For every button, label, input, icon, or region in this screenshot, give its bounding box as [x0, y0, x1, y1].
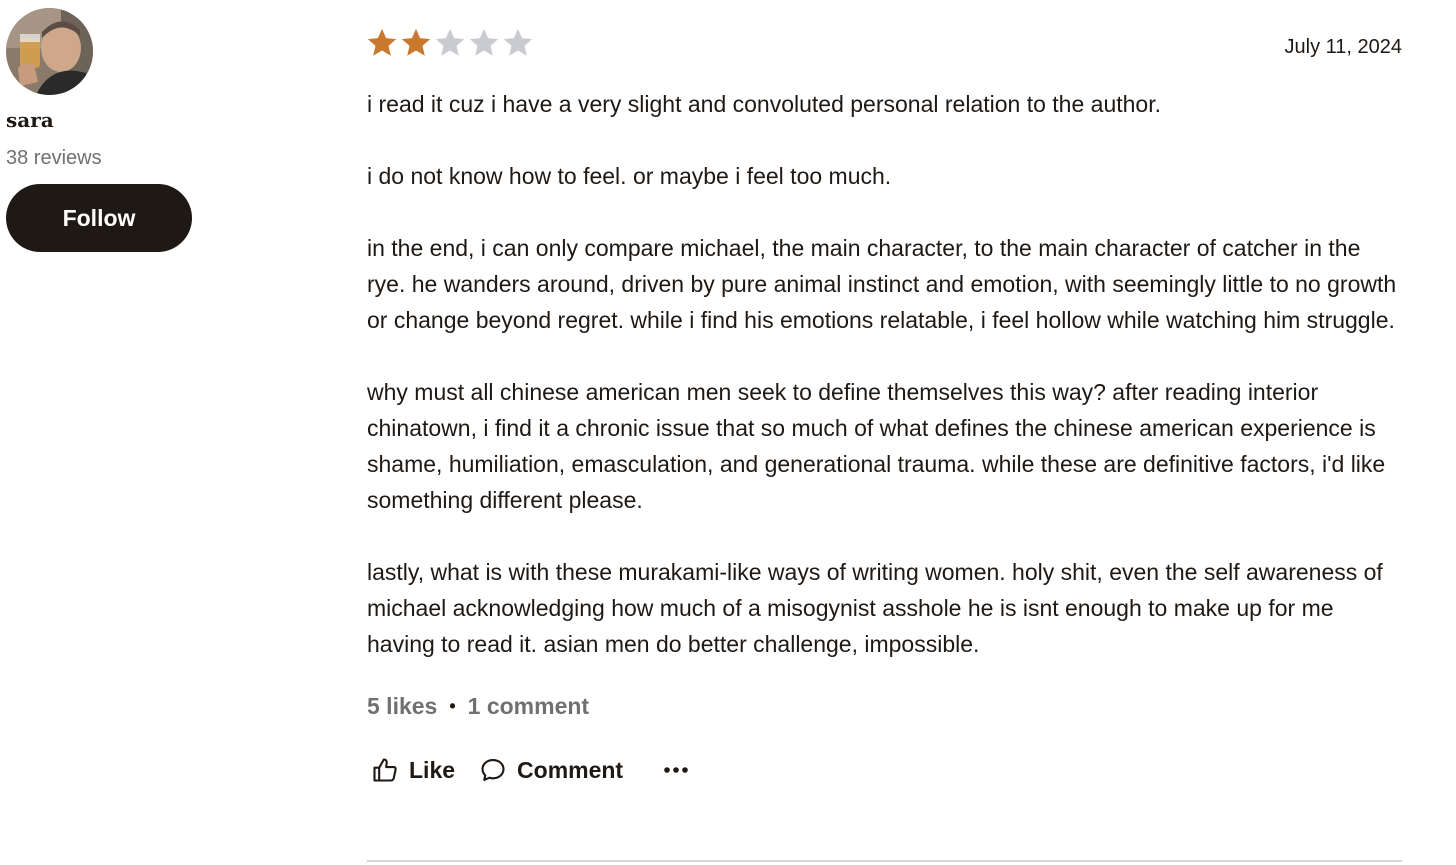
star-empty-icon [469, 28, 499, 56]
reviewer-review-count: 38 reviews [6, 147, 102, 169]
avatar[interactable] [6, 8, 93, 95]
star-filled-icon [401, 28, 431, 56]
like-button-label: Like [409, 756, 456, 783]
like-button[interactable]: Like [371, 756, 455, 784]
review-stats: 5 likes • 1 comment [367, 686, 1402, 726]
comment-button[interactable]: Comment [479, 756, 623, 784]
review-actions: Like Comment [367, 750, 1402, 790]
thumbs-up-icon [373, 758, 397, 782]
follow-button[interactable]: Follow [6, 184, 192, 252]
reviewer-panel: sara 38 reviews Follow [6, 8, 206, 252]
review-divider [367, 860, 1402, 862]
speech-bubble-icon [481, 759, 505, 781]
review-card: July 11, 2024 i read it cuz i have a ver… [367, 24, 1402, 790]
stats-separator: • [449, 695, 456, 716]
comment-button-label: Comment [517, 756, 624, 783]
review-paragraph: why must all chinese american men seek t… [367, 379, 1386, 513]
reviewer-name[interactable]: sara [6, 107, 206, 133]
avatar-image [6, 8, 93, 95]
likes-count[interactable]: 5 likes [367, 693, 437, 720]
star-empty-icon [503, 28, 533, 56]
star-rating [365, 26, 535, 60]
review-paragraph: lastly, what is with these murakami-like… [367, 559, 1383, 657]
more-options-icon [664, 767, 688, 773]
review-paragraph: in the end, i can only compare michael, … [367, 235, 1397, 333]
review-paragraph: i do not know how to feel. or maybe i fe… [367, 163, 892, 189]
review-header: July 11, 2024 [367, 24, 1402, 64]
review-date[interactable]: July 11, 2024 [1285, 36, 1403, 59]
star-empty-icon [435, 28, 465, 56]
review-text: i read it cuz i have a very slight and c… [367, 86, 1402, 662]
more-options-button[interactable] [661, 755, 691, 785]
review-paragraph: i read it cuz i have a very slight and c… [367, 91, 1161, 117]
star-filled-icon [367, 28, 397, 56]
comments-count[interactable]: 1 comment [468, 693, 589, 720]
